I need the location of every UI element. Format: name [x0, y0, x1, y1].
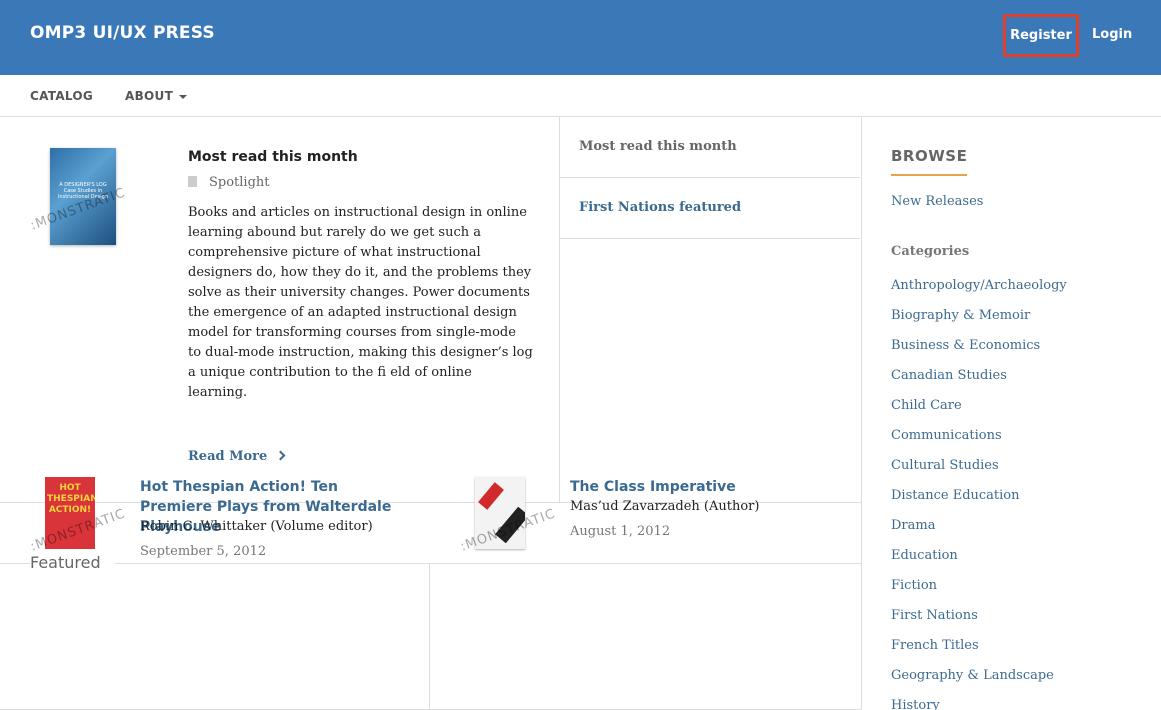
spotlight-type-label: Spotlight	[209, 175, 270, 190]
caret-down-icon	[179, 94, 188, 99]
book-cover-text: HOT THESPIAN ACTION!	[47, 483, 95, 515]
spotlight-tabs: Most read this month First Nations featu…	[560, 117, 861, 503]
nav-catalog[interactable]: CATALOG	[30, 89, 93, 103]
cover-band	[478, 482, 504, 510]
browse-sidebar: BROWSE New Releases Categories Anthropol…	[861, 117, 1161, 710]
category-link[interactable]: Geography & Landscape	[891, 668, 1067, 698]
category-list: Anthropology/Archaeology Biography & Memo…	[891, 278, 1067, 710]
featured-book-title[interactable]: The Class Imperative	[570, 477, 840, 497]
category-link[interactable]: Child Care	[891, 398, 1067, 428]
category-link[interactable]: Fiction	[891, 578, 1067, 608]
register-button[interactable]: Register	[1003, 14, 1079, 57]
featured-book-author: Mas’ud Zavarzadeh (Author)	[570, 499, 760, 514]
category-link[interactable]: Distance Education	[891, 488, 1067, 518]
spotlight-type: Spotlight	[188, 175, 270, 190]
category-link[interactable]: First Nations	[891, 608, 1067, 638]
nav-about-label: ABOUT	[125, 89, 174, 103]
main-nav: CATALOG ABOUT	[0, 75, 1161, 117]
featured-heading: Featured	[30, 553, 115, 572]
category-link[interactable]: French Titles	[891, 638, 1067, 668]
spotlight-title: Most read this month	[188, 149, 358, 165]
featured-divider	[0, 563, 861, 564]
featured-book-date: August 1, 2012	[570, 524, 671, 539]
category-link[interactable]: Drama	[891, 518, 1067, 548]
top-header: OMP3 UI/UX PRESS Register Login	[0, 0, 1161, 75]
spotlight-panel: A DESIGNER'S LOG Case Studies in Instruc…	[0, 117, 560, 503]
read-more-link[interactable]: Read More	[188, 449, 286, 464]
site-title[interactable]: OMP3 UI/UX PRESS	[30, 23, 215, 43]
read-more-label: Read More	[188, 449, 268, 464]
spotlight-description: Books and articles on instructional desi…	[188, 205, 533, 400]
new-releases-link[interactable]: New Releases	[891, 194, 983, 209]
tab-most-read[interactable]: Most read this month	[560, 117, 860, 178]
category-link[interactable]: Biography & Memoir	[891, 308, 1067, 338]
main-content: A DESIGNER'S LOG Case Studies in Instruc…	[0, 117, 861, 710]
browse-title: BROWSE	[891, 147, 968, 165]
featured-column-divider	[429, 563, 430, 710]
category-link[interactable]: Business & Economics	[891, 338, 1067, 368]
login-link[interactable]: Login	[1092, 27, 1132, 42]
browse-underline	[891, 174, 967, 176]
categories-heading: Categories	[891, 244, 970, 259]
chevron-right-icon	[275, 450, 286, 461]
nav-about[interactable]: ABOUT	[125, 89, 188, 103]
category-link[interactable]: Canadian Studies	[891, 368, 1067, 398]
category-link[interactable]: Cultural Studies	[891, 458, 1067, 488]
category-link[interactable]: History	[891, 698, 1067, 710]
category-link[interactable]: Communications	[891, 428, 1067, 458]
book-icon	[188, 176, 197, 187]
featured-book-date: September 5, 2012	[140, 544, 267, 559]
featured-book-author: Robin C. Whittaker (Volume editor)	[140, 519, 373, 534]
category-link[interactable]: Anthropology/Archaeology	[891, 278, 1067, 308]
tab-first-nations[interactable]: First Nations featured	[560, 178, 860, 239]
category-link[interactable]: Education	[891, 548, 1067, 578]
